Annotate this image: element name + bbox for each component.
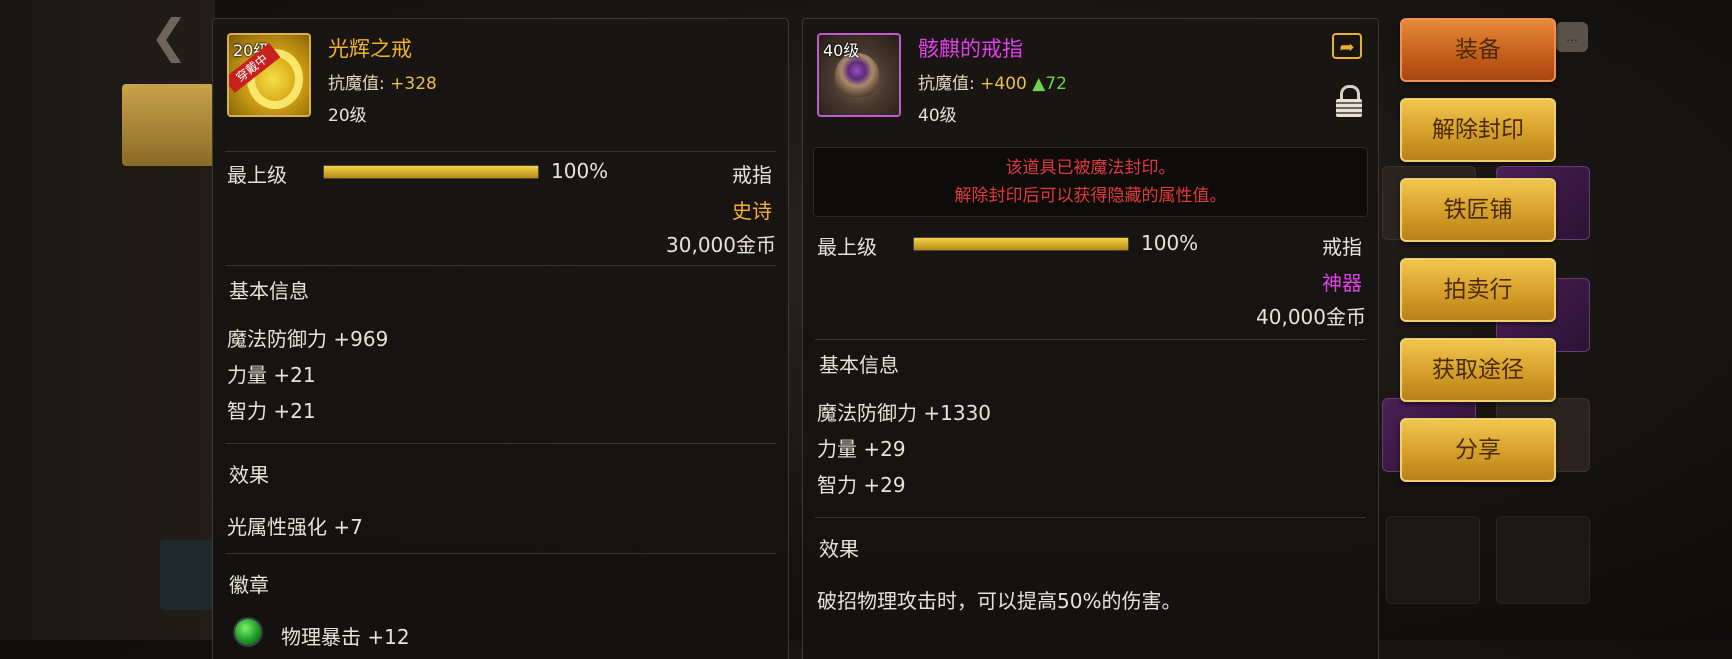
divider [815,517,1366,518]
attribute-line: 魔法防御力 +969 [227,327,389,351]
share-button[interactable]: 分享 [1400,418,1556,482]
grade-progress-bar [913,237,1129,251]
grade-label: 最上级 [227,163,287,187]
item-name: 骸麒的戒指 [918,37,1023,61]
lock-body [1336,99,1362,117]
grade-percent: 100% [1141,231,1199,255]
stat-increase: ▲72 [1032,74,1067,94]
inventory-slot [1496,516,1590,604]
item-rarity: 神器 [1322,271,1362,295]
item-name: 光辉之戒 [328,37,412,61]
stat-value: +328 [384,74,437,94]
lock-icon[interactable] [1336,85,1362,119]
ring-item-icon: 20级 穿戴中 [227,33,311,117]
unseal-button[interactable]: 解除封印 [1400,98,1556,162]
seal-warning-box: 该道具已被魔法封印。 解除封印后可以获得隐藏的属性值。 [813,147,1368,217]
item-type: 戒指 [1322,235,1362,259]
blacksmith-button[interactable]: 铁匠铺 [1400,178,1556,242]
emblem-stat: 物理暴击 +12 [281,625,410,649]
item-price: 30,000金币 [666,233,776,257]
item-level-badge: 40级 [823,41,860,60]
divider [225,553,776,554]
grade-percent: 100% [551,159,609,183]
attribute-line: 力量 +21 [227,363,316,387]
item-level: 20级 [328,106,367,126]
anti-magic-stat: 抗魔值: +328 [328,69,437,94]
seal-warning-line: 解除封印后可以获得隐藏的属性值。 [954,186,1227,206]
effect-text: 破招物理攻击时，可以提高50%的伤害。 [817,589,1182,613]
share-icon[interactable]: ➦ [1332,33,1362,59]
item-rarity: 史诗 [732,199,772,223]
attribute-line: 智力 +21 [227,399,316,423]
divider [225,265,776,266]
effect-title: 效果 [819,537,859,561]
effect-text: 光属性强化 +7 [227,515,363,539]
grade-label: 最上级 [817,235,877,259]
basic-info-title: 基本信息 [229,279,309,303]
basic-info-title: 基本信息 [819,353,899,377]
grade-progress-bar [323,165,539,179]
grade-row: 最上级 100% [817,231,1198,260]
emblem-title: 徽章 [229,573,269,597]
acquisition-source-button[interactable]: 获取途径 [1400,338,1556,402]
emblem-gem-icon [233,617,263,647]
side-tab-active[interactable] [122,84,214,166]
anti-magic-stat: 抗魔值: +400 ▲72 [918,69,1067,94]
claw-ring-item-icon: 40级 [817,33,901,117]
back-arrow-icon[interactable]: ❮ [140,12,198,60]
chat-icon[interactable]: … [1556,22,1588,52]
divider [815,339,1366,340]
item-type: 戒指 [732,163,772,187]
compare-item-panel: 40级 骸麒的戒指 抗魔值: +400 ▲72 40级 ➦ 该道具已被魔法封印。… [802,18,1379,659]
attribute-line: 智力 +29 [817,473,906,497]
effect-title: 效果 [229,463,269,487]
stat-label: 抗魔值: [918,74,975,94]
grade-progress-fill [324,166,538,178]
stat-value: +400 [974,74,1033,94]
divider [225,443,776,444]
side-skill-icon [160,540,214,610]
grade-progress-fill [914,238,1128,250]
attribute-line: 力量 +29 [817,437,906,461]
divider [225,151,776,152]
inventory-slot [1386,516,1480,604]
equipped-item-panel: 20级 穿戴中 光辉之戒 抗魔值: +328 20级 最上级 100% 戒指 史… [212,18,789,659]
seal-warning-line: 该道具已被魔法封印。 [1005,158,1176,178]
equip-button[interactable]: 装备 [1400,18,1556,82]
item-level: 40级 [918,106,957,126]
attribute-line: 魔法防御力 +1330 [817,401,992,425]
auction-house-button[interactable]: 拍卖行 [1400,258,1556,322]
item-price: 40,000金币 [1256,305,1366,329]
stat-label: 抗魔值: [328,74,385,94]
grade-row: 最上级 100% [227,159,608,188]
